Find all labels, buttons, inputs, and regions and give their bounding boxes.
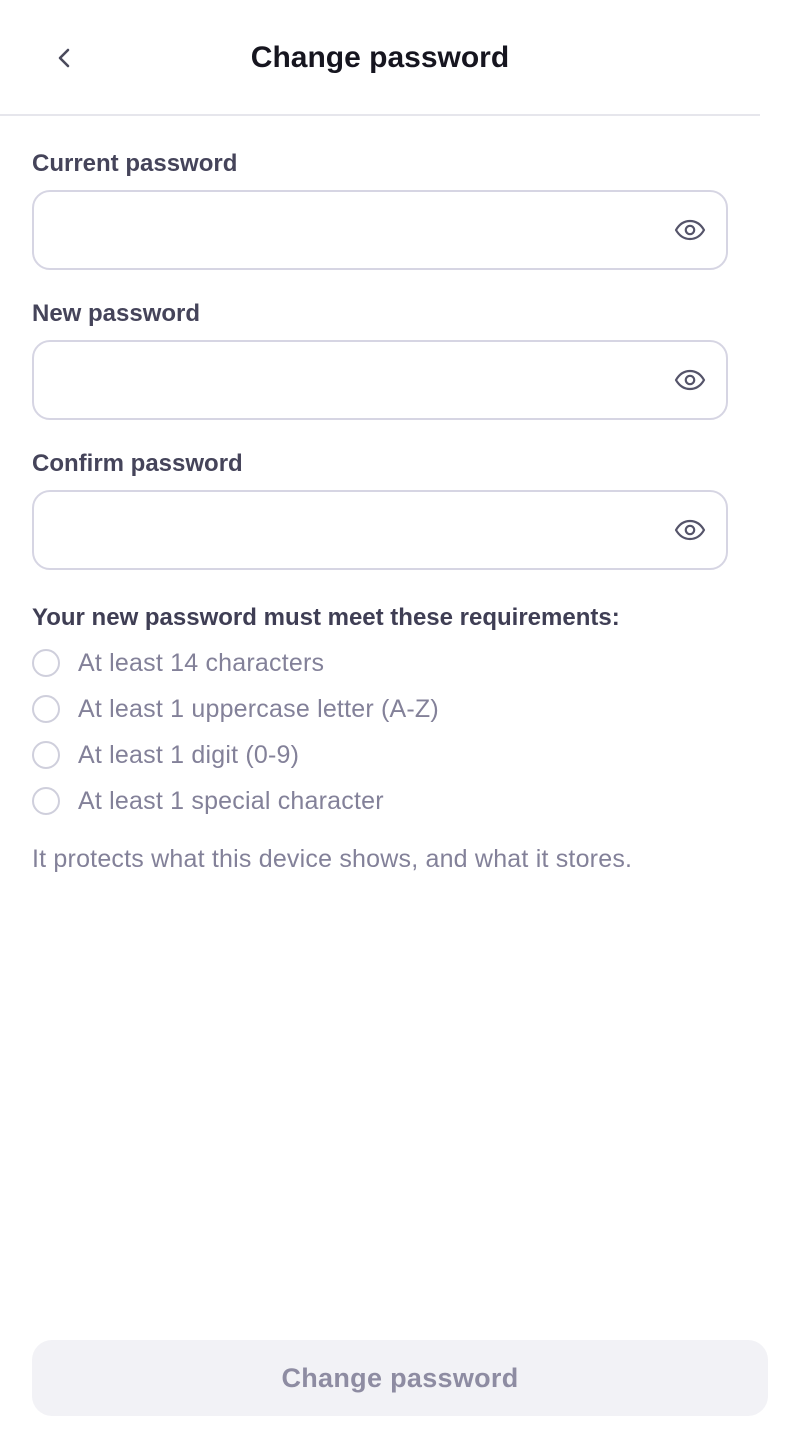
new-password-input[interactable] (54, 342, 658, 420)
requirement-unchecked-icon (32, 695, 60, 723)
page-title: Change password (250, 41, 510, 74)
password-purpose-note: It protects what this device shows, and … (32, 845, 633, 873)
current-password-field[interactable] (32, 190, 728, 270)
new-password-label: New password (32, 300, 201, 327)
confirm-password-field[interactable] (32, 490, 728, 570)
requirement-label: At least 1 uppercase letter (A-Z) (78, 695, 439, 723)
confirm-password-visibility-toggle[interactable] (672, 512, 708, 548)
current-password-input[interactable] (54, 192, 658, 270)
requirement-label: At least 1 special character (78, 787, 384, 815)
requirement-item: At least 1 uppercase letter (A-Z) (32, 692, 439, 726)
requirement-unchecked-icon (32, 649, 60, 677)
change-password-button[interactable]: Change password (32, 1340, 768, 1416)
confirm-password-input[interactable] (54, 492, 658, 570)
new-password-visibility-toggle[interactable] (672, 362, 708, 398)
requirements-heading: Your new password must meet these requir… (32, 604, 620, 631)
new-password-field[interactable] (32, 340, 728, 420)
requirement-item: At least 1 digit (0-9) (32, 738, 299, 772)
requirement-item: At least 1 special character (32, 784, 384, 818)
requirement-item: At least 14 characters (32, 646, 324, 680)
eye-icon (674, 369, 706, 391)
requirement-unchecked-icon (32, 741, 60, 769)
confirm-password-label: Confirm password (32, 450, 243, 477)
eye-icon (674, 219, 706, 241)
requirement-unchecked-icon (32, 787, 60, 815)
current-password-visibility-toggle[interactable] (672, 212, 708, 248)
top-app-bar: Change password (0, 0, 760, 116)
requirement-label: At least 1 digit (0-9) (78, 741, 300, 769)
eye-icon (674, 519, 706, 541)
current-password-label: Current password (32, 150, 238, 177)
requirement-label: At least 14 characters (78, 649, 325, 677)
